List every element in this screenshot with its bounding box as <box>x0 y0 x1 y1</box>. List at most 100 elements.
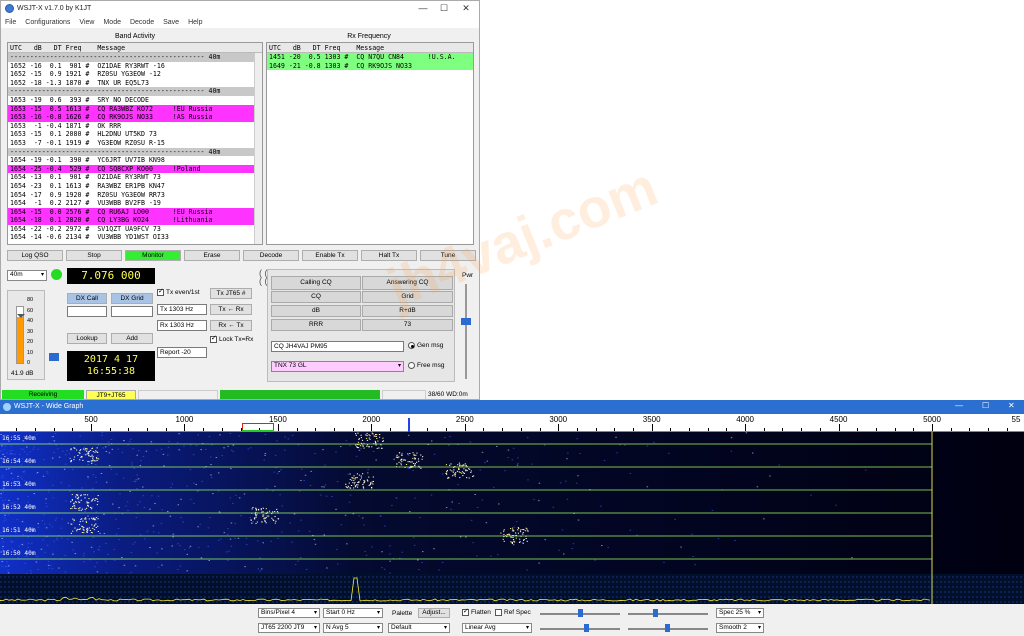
band-activity-line[interactable]: 1654 -23 0.1 1613 # RA3WBZ ER1PB KN47 <box>8 182 262 191</box>
rrr-message-button[interactable]: RRR <box>271 319 361 331</box>
row-time: 16:54 <box>2 458 21 465</box>
level-db-readout: 41.9 dB <box>11 370 34 377</box>
dx-grid-input[interactable] <box>111 306 153 317</box>
band-activity-line[interactable]: 1654 -13 0.1 901 # OZ1DAE RY3RWT 73 <box>8 173 262 182</box>
smooth-spinner[interactable]: Smooth 2 <box>716 623 764 633</box>
wg-maximize-icon[interactable]: ☐ <box>982 401 989 410</box>
enable-tx-button[interactable]: Enable Tx <box>302 250 358 261</box>
gen-msg-radio[interactable]: Gen msg <box>408 342 443 349</box>
tx-from-rx-button[interactable]: Tx ← Rx <box>210 304 252 315</box>
palette-select[interactable]: Default <box>388 623 450 633</box>
zero2-slider[interactable] <box>665 624 670 632</box>
gain2-slider[interactable] <box>584 624 589 632</box>
lock-tx-rx-checkbox[interactable]: Lock Tx=Rx <box>210 334 253 343</box>
rx-frequency-line[interactable]: 1649 -21 -0.8 1303 # CQ RK9OJS NO33 <box>267 61 473 71</box>
wg-minimize-icon[interactable]: — <box>955 401 963 410</box>
free-msg-select[interactable]: TNX 73 GL <box>271 361 404 372</box>
tx-frequency-spinner[interactable]: Tx 1303 Hz <box>157 304 207 315</box>
band-activity-line[interactable]: ----------------------------------------… <box>8 87 262 96</box>
tune-button[interactable]: Tune <box>420 250 476 261</box>
minimize-icon[interactable]: — <box>413 1 433 16</box>
report-spinner[interactable]: Report -20 <box>157 347 207 358</box>
spectrum-display[interactable] <box>0 574 1024 604</box>
gain-slider[interactable] <box>578 609 583 617</box>
band-activity-line[interactable]: ----------------------------------------… <box>8 147 262 157</box>
wg-close-icon[interactable]: ✕ <box>1008 401 1015 410</box>
menu-decode[interactable]: Decode <box>130 19 154 26</box>
db-message-button[interactable]: dB <box>271 305 361 317</box>
meter-tick-label: 40 <box>27 318 34 324</box>
meter-tick-label: 20 <box>27 339 34 345</box>
band-activity-line[interactable]: 1654 -1 0.2 2127 # VU3WBB BV2FB -19 <box>8 199 262 208</box>
band-activity-line[interactable]: 1652 -15 0.9 1921 # RZ0SU YG3EOW -12 <box>8 70 262 79</box>
band-activity-line[interactable]: 1654 -17 0.9 1920 # RZ0SU YG3EOW RR73 <box>8 191 262 200</box>
adjust-button[interactable]: Adjust... <box>418 608 450 618</box>
decode-button[interactable]: Decode <box>243 250 299 261</box>
band-activity-log[interactable]: UTC dB DT Freq Message -----------------… <box>7 42 263 245</box>
tx-mode-button[interactable]: Tx JT65 # <box>210 288 252 299</box>
ref-spec-checkbox[interactable]: Ref Spec <box>495 608 531 619</box>
zero-slider[interactable] <box>653 609 658 617</box>
band-activity-line[interactable]: 1654 -15 0.0 2576 # CQ RU6AJ LO00 !EU Ru… <box>8 207 262 217</box>
band-activity-line[interactable]: 1652 -18 -1.3 1870 # TNX UR EQ5L73 <box>8 79 262 88</box>
band-activity-line[interactable]: 1654 -19 -0.1 390 # YC6JRT UV7IB KN98 <box>8 156 262 165</box>
rx-from-tx-button[interactable]: Rx ← Tx <box>210 320 252 331</box>
band-activity-line[interactable]: ----------------------------------------… <box>8 53 262 62</box>
bins-per-pixel-spinner[interactable]: Bins/Pixel 4 <box>258 608 320 618</box>
73-message-button[interactable]: 73 <box>362 319 453 331</box>
free-msg-radio[interactable]: Free msg <box>408 362 444 369</box>
band-select[interactable]: 40m <box>7 270 47 281</box>
tx-freq-marker[interactable] <box>408 418 410 432</box>
band-activity-line[interactable]: 1654 -25 -0.4 529 # CQ SQ8CXP KO00 !Pola… <box>8 164 262 174</box>
menu-file[interactable]: File <box>5 19 16 26</box>
menu-save[interactable]: Save <box>163 19 179 26</box>
band-activity-line[interactable]: 1654 -22 -0.2 2972 # SV1QZT UA9FCV 73 <box>8 225 262 234</box>
band-activity-line[interactable]: 1653 -19 0.6 393 # SRY NO DECODE <box>8 96 262 105</box>
mode-freq-spinner[interactable]: JT65 2200 JT9 <box>258 623 320 633</box>
band-activity-line[interactable]: 1653 -16 -0.8 1626 # CQ RK9OJS NO33 !AS … <box>8 113 262 122</box>
rx-frequency-log[interactable]: UTC dB DT Freq Message 1451 -20 0.5 1303… <box>266 42 474 245</box>
dx-call-input[interactable] <box>67 306 107 317</box>
flatten-checkbox[interactable]: Flatten <box>462 607 491 619</box>
band-activity-line[interactable]: 1653 -7 -0.1 1919 # YG3EOW RZ0SU R-15 <box>8 139 262 148</box>
axis-tick <box>838 424 840 431</box>
rdb-message-button[interactable]: R+dB <box>362 305 453 317</box>
lookup-button[interactable]: Lookup <box>67 333 107 344</box>
menu-mode[interactable]: Mode <box>103 19 121 26</box>
frequency-axis[interactable]: 500 1000 1500 2000 2500 3000 3500 4000 4500 5000 5… <box>0 414 1024 432</box>
grid-message-button[interactable]: Grid <box>362 291 453 303</box>
halt-tx-button[interactable]: Halt Tx <box>361 250 417 261</box>
rx-frequency-spinner[interactable]: Rx 1303 Hz <box>157 320 207 331</box>
band-activity-line[interactable]: 1653 -15 0.1 2080 # HL2DNU UT5KD 73 <box>8 130 262 139</box>
axis-tick <box>296 428 298 431</box>
close-icon[interactable]: ✕ <box>456 1 476 16</box>
band-activity-line[interactable]: 1654 -14 -0.6 2134 # VU3WBB YD1WST OI33 <box>8 233 262 242</box>
band-activity-line[interactable]: 1652 -16 0.1 901 # OZ1DAE RY3RWT -16 <box>8 62 262 71</box>
rx-gain-slider[interactable] <box>49 353 59 361</box>
maximize-icon[interactable]: ☐ <box>434 1 454 16</box>
band-activity-line[interactable]: 1653 -15 0.5 1613 # CQ RA3WBZ KO72 !EU R… <box>8 104 262 114</box>
band-activity-line[interactable]: 1654 -18 0.1 2820 # CQ LY3BG KO24 !Lithu… <box>8 216 262 225</box>
erase-button[interactable]: Erase <box>184 250 240 261</box>
monitor-button[interactable]: Monitor <box>125 250 181 261</box>
cq-message-button[interactable]: CQ <box>271 291 361 303</box>
avg-mode-select[interactable]: Linear Avg <box>462 623 532 633</box>
spec-percent-spinner[interactable]: Spec 25 % <box>716 608 764 618</box>
stop-button[interactable]: Stop <box>66 250 122 261</box>
pwr-slider[interactable] <box>461 318 471 325</box>
waterfall-display[interactable]: 16:55 40m 16:54 40m 16:53 40m 16:52 40m 16:5… <box>0 432 1024 574</box>
menu-help[interactable]: Help <box>188 19 202 26</box>
dx-call-label: DX Call <box>67 293 107 304</box>
gen-msg-input[interactable]: CQ JH4VAJ PM95 <box>271 341 404 352</box>
status-field-blank <box>138 390 218 399</box>
start-freq-spinner[interactable]: Start 0 Hz <box>323 608 383 618</box>
tx-even-checkbox[interactable]: Tx even/1st <box>157 287 200 296</box>
band-activity-scrollbar[interactable] <box>254 53 262 244</box>
rx-frequency-line[interactable]: 1451 -20 0.5 1303 # CQ N7QU CN84 !U.S.A. <box>267 53 473 62</box>
band-activity-line[interactable]: 1653 -1 -0.4 1871 # OK RRR <box>8 122 262 131</box>
menu-configurations[interactable]: Configurations <box>25 19 70 26</box>
log-qso-button[interactable]: Log QSO <box>7 250 63 261</box>
menu-view[interactable]: View <box>79 19 94 26</box>
add-button[interactable]: Add <box>111 333 153 344</box>
n-avg-spinner[interactable]: N Avg 5 <box>323 623 383 633</box>
